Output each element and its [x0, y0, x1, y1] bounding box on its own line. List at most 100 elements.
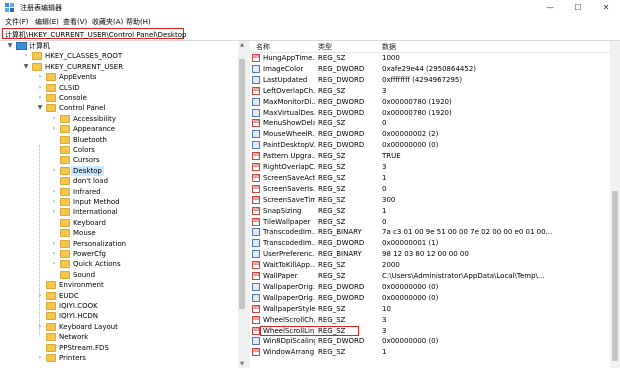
value-row[interactable]: WindowArrang...REG_SZ 1: [250, 347, 610, 358]
value-row[interactable]: MouseWheelR... REG_DWORD 0x00000002 (2): [250, 129, 610, 140]
value-row[interactable]: WheelScrollLin...REG_SZ3: [250, 325, 610, 337]
binary-value-icon: [252, 130, 260, 139]
string-value-icon: [252, 272, 260, 280]
minimize-button[interactable]: —: [536, 0, 564, 16]
value-row[interactable]: UserPreferenc... REG_BINARY 98 12 03 80 12…: [250, 249, 610, 260]
values-scroll-thumb[interactable]: [612, 191, 618, 361]
scroll-down-icon[interactable]: ▼: [238, 360, 246, 368]
binary-value-icon: [252, 293, 260, 302]
folder-icon: [60, 270, 70, 279]
value-row[interactable]: SnapSizing REG_SZ 1: [250, 206, 610, 217]
string-value-icon: [252, 315, 260, 324]
value-data: 1: [382, 206, 387, 215]
values-header: 名称 类型 数据: [250, 41, 610, 53]
folder-icon: [60, 208, 70, 217]
chevron-right-icon[interactable]: ›: [50, 239, 58, 249]
value-row[interactable]: ScreenSaveActi...REG_SZ 1: [250, 173, 610, 184]
scroll-up-icon[interactable]: ▲: [238, 41, 246, 49]
menu-favorites[interactable]: 收藏夹(A): [92, 17, 123, 27]
value-row[interactable]: HungAppTime...REG_SZ 1000: [250, 53, 610, 64]
value-name: WaitToKillApp...: [263, 261, 315, 270]
value-row[interactable]: WallPaper REG_SZ C:\Users\Administrator\Ap…: [250, 271, 610, 282]
tree-scrollbar[interactable]: ▲ ▼: [238, 41, 246, 368]
chevron-right-icon[interactable]: ›: [50, 207, 58, 217]
chevron-right-icon[interactable]: ›: [36, 322, 44, 332]
string-value-icon: [252, 54, 260, 62]
chevron-right-icon[interactable]: ›: [22, 51, 30, 61]
value-data: 0: [382, 184, 387, 193]
tree-item-label: Personalization: [73, 239, 127, 248]
folder-icon: [60, 218, 70, 227]
menu-edit[interactable]: 编辑(E): [35, 17, 59, 27]
chevron-right-icon[interactable]: ›: [50, 249, 58, 259]
value-type: REG_SZ: [318, 272, 346, 280]
value-row[interactable]: ImageColor REG_DWORD 0xafe29e44 (295086445…: [250, 64, 610, 75]
menu-help[interactable]: 帮助(H): [126, 17, 151, 27]
tree-item-label: IQIYI.COOK: [59, 302, 98, 310]
chevron-right-icon[interactable]: ›: [50, 197, 58, 207]
value-type: REG_SZ: [318, 173, 346, 182]
string-value-icon: [252, 304, 260, 313]
folder-icon: [46, 322, 56, 331]
value-row[interactable]: TileWallpaper REG_SZ 0: [250, 217, 610, 228]
menu-view[interactable]: 查看(V): [63, 17, 87, 27]
value-row[interactable]: Pattern Upgra...REG_SZ TRUE: [250, 151, 610, 162]
value-data: 3: [382, 315, 387, 324]
folder-icon: [46, 343, 56, 352]
value-row[interactable]: WaitToKillApp...REG_SZ 2000: [250, 260, 610, 271]
value-row[interactable]: PaintDesktopV... REG_DWORD 0x00000000 (0): [250, 140, 610, 151]
value-row[interactable]: TranscodedIm... REG_DWORD 0x00000001 (1): [250, 238, 610, 249]
tree-guide-line: [39, 145, 40, 335]
chevron-right-icon[interactable]: ›: [50, 166, 58, 176]
chevron-down-icon[interactable]: ▼: [6, 41, 14, 51]
chevron-right-icon[interactable]: ›: [36, 93, 44, 103]
chevron-right-icon[interactable]: ›: [36, 72, 44, 82]
value-type: REG_SZ: [318, 206, 346, 215]
value-row[interactable]: RightOverlapC...REG_SZ 3: [250, 162, 610, 173]
value-row[interactable]: WheelScrollCh...REG_SZ 3: [250, 315, 610, 326]
column-header-data[interactable]: 数据: [382, 42, 396, 52]
maximize-button[interactable]: ☐: [564, 0, 592, 16]
value-row[interactable]: MaxMonitorDi... REG_DWORD 0x00000780 (1920…: [250, 97, 610, 108]
tree-item-label: Mouse: [73, 229, 96, 238]
chevron-down-icon[interactable]: ▼: [36, 103, 44, 113]
chevron-right-icon[interactable]: ›: [36, 353, 44, 363]
chevron-down-icon[interactable]: ▼: [22, 62, 30, 72]
value-row[interactable]: WallpaperOrig... REG_DWORD 0x00000000 (0): [250, 293, 610, 304]
values-scrollbar[interactable]: [610, 41, 620, 368]
value-row[interactable]: WallpaperOrig... REG_DWORD 0x00000000 (0): [250, 282, 610, 293]
column-header-type[interactable]: 类型: [318, 42, 332, 52]
folder-icon: [60, 198, 70, 206]
value-row[interactable]: WallpaperStyleREG_SZ 10: [250, 304, 610, 315]
value-row[interactable]: LastUpdated REG_DWORD 0xffffffff (42949672…: [250, 75, 610, 86]
chevron-right-icon[interactable]: ›: [50, 124, 58, 134]
binary-value-icon: [252, 108, 260, 117]
value-data: 0x00000002 (2): [382, 130, 439, 139]
tree-item-label: Cursors: [73, 156, 100, 165]
tree-scroll-thumb[interactable]: [239, 59, 245, 309]
value-row[interactable]: TranscodedIm... REG_BINARY 7a c3 01 00 9e …: [250, 227, 610, 238]
tree-item-label: don't load: [73, 177, 109, 186]
value-row[interactable]: ScreenSaveTim...REG_SZ 300: [250, 195, 610, 206]
value-row[interactable]: Win8DpiScaling REG_DWORD 0x00000000 (0): [250, 336, 610, 347]
chevron-right-icon[interactable]: ›: [50, 114, 58, 124]
value-name: UserPreferenc...: [263, 250, 315, 259]
chevron-right-icon[interactable]: ›: [36, 291, 44, 301]
value-row[interactable]: ScreenSaverIs...REG_SZ 0: [250, 184, 610, 195]
value-row[interactable]: MaxVirtualDes... REG_DWORD 0x00000780 (192…: [250, 108, 610, 119]
value-type: REG_DWORD: [318, 108, 365, 117]
value-data: 2000: [382, 261, 400, 270]
chevron-right-icon[interactable]: ›: [50, 259, 58, 269]
chevron-right-icon[interactable]: ›: [50, 187, 58, 197]
chevron-right-icon[interactable]: ›: [36, 83, 44, 93]
menu-file[interactable]: 文件(F): [5, 17, 29, 27]
address-field[interactable]: 计算机\HKEY_CURRENT_USER\Control Panel\Desk…: [2, 28, 186, 39]
value-row[interactable]: MenuShowDelayREG_SZ 0: [250, 118, 610, 129]
value-type: REG_DWORD: [318, 64, 365, 73]
close-button[interactable]: ✕: [592, 0, 620, 16]
folder-icon: [46, 333, 56, 342]
value-row[interactable]: LeftOverlapCh...REG_SZ 3: [250, 86, 610, 97]
folder-icon: [46, 73, 56, 82]
column-header-name[interactable]: 名称: [256, 42, 270, 52]
value-name: ScreenSaveActi...: [263, 173, 315, 182]
